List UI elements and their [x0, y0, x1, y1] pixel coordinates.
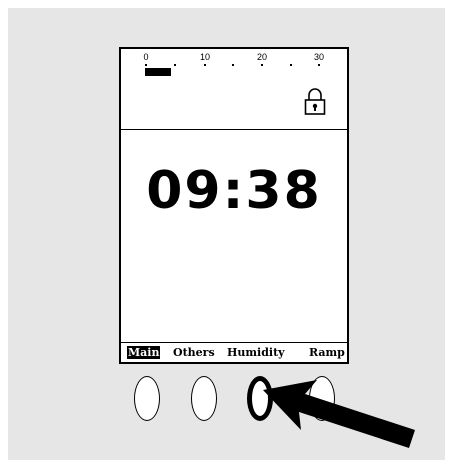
scale-tick: [174, 64, 176, 66]
tab-others: Others: [173, 346, 215, 359]
tab-humidity: Humidity: [227, 346, 285, 359]
scale-label-0: 0: [143, 52, 149, 62]
display-divider: [121, 129, 347, 130]
softkey-button-2[interactable]: [191, 376, 217, 421]
tab-ramp: Ramp: [309, 346, 345, 359]
softkey-button-1[interactable]: [134, 376, 160, 421]
scale-tick: [318, 64, 320, 66]
level-fill-bar: [145, 68, 171, 76]
tab-main: Main: [127, 346, 161, 359]
scale-label-10: 10: [199, 52, 211, 62]
lock-icon: [304, 88, 326, 115]
scale-tick: [232, 64, 234, 66]
scale-tick: [290, 64, 292, 66]
scale-label-20: 20: [256, 52, 268, 62]
device-display: 0 10 20 30 09:38 Main Others Humidity Ra…: [119, 47, 349, 364]
softkey-labels: Main Others Humidity Ramp: [121, 342, 347, 362]
scale-tick: [261, 64, 263, 66]
level-scale: 0 10 20 30: [121, 49, 347, 81]
scale-tick: [145, 64, 147, 66]
scale-tick: [204, 64, 206, 66]
arrow-icon: [263, 380, 415, 448]
clock-time: 09:38: [146, 161, 322, 221]
scale-label-30: 30: [313, 52, 325, 62]
